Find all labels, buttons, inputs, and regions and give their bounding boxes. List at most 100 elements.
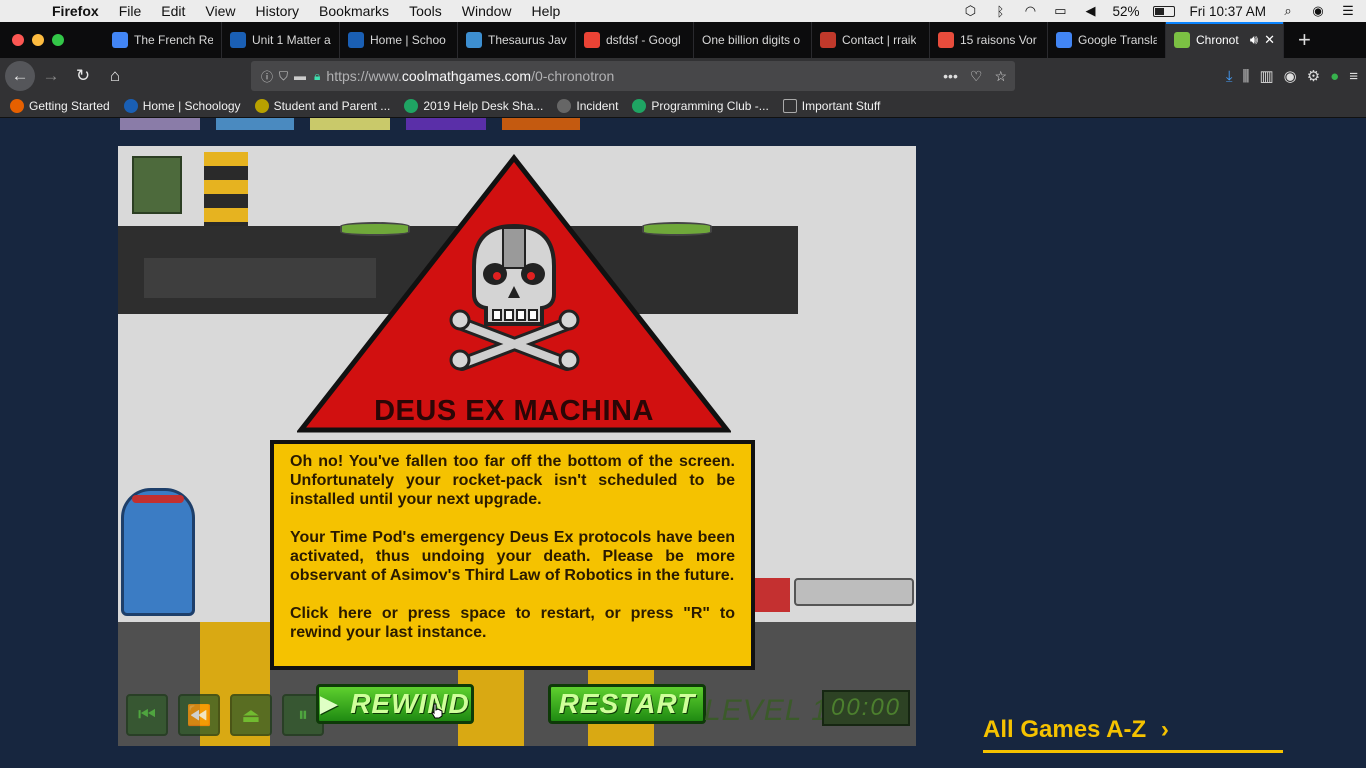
url-text[interactable]: https://www.coolmathgames.com/0-chronotr… bbox=[326, 68, 614, 84]
bookmark-item[interactable]: Important Stuff bbox=[782, 98, 880, 113]
browser-tab[interactable]: Unit 1 Matter a bbox=[222, 22, 340, 58]
extension-vpn-icon[interactable]: ⚙ bbox=[1307, 67, 1320, 85]
tab-label: Google Transla bbox=[1078, 33, 1157, 47]
all-games-link[interactable]: All Games A-Z › bbox=[983, 716, 1283, 753]
wifi-icon[interactable]: ◠ bbox=[1022, 3, 1038, 18]
bookmark-label: Student and Parent ... bbox=[273, 98, 391, 113]
tab-label: 15 raisons Vor bbox=[960, 33, 1037, 47]
page-content: DEUS EX MACHINA Oh no! You've fallen too… bbox=[0, 118, 1366, 768]
menu-tools[interactable]: Tools bbox=[409, 3, 442, 19]
doc-icon bbox=[112, 32, 128, 48]
tab-label: One billion digits o bbox=[702, 33, 801, 47]
home-button[interactable]: ⌂ bbox=[99, 60, 131, 92]
p-icon bbox=[254, 98, 269, 113]
browser-tab[interactable]: The French Re bbox=[104, 22, 222, 58]
browser-tab[interactable]: Contact | rraik bbox=[812, 22, 930, 58]
browser-tab[interactable]: dsfdsf - Googl bbox=[576, 22, 694, 58]
clock[interactable]: Fri 10:37 AM bbox=[1189, 4, 1266, 19]
google-icon bbox=[584, 32, 600, 48]
page-actions-icon[interactable]: ••• bbox=[943, 68, 958, 85]
bookmark-item[interactable]: Getting Started bbox=[10, 98, 110, 113]
menu-hamburger-icon[interactable]: ≡ bbox=[1349, 68, 1358, 85]
game-thumbnail[interactable] bbox=[310, 118, 390, 130]
battery-icon[interactable] bbox=[1153, 5, 1176, 17]
bookmark-label: Getting Started bbox=[29, 98, 110, 113]
sidebar-icon[interactable]: ▥ bbox=[1259, 67, 1273, 85]
browser-tab[interactable]: Home | Schoo bbox=[340, 22, 458, 58]
tab-label: Contact | rraik bbox=[842, 33, 917, 47]
siri-icon[interactable]: ◉ bbox=[1310, 3, 1326, 18]
extension-b-icon[interactable]: ● bbox=[1330, 68, 1339, 85]
play-icon: ▶ bbox=[320, 691, 339, 716]
close-window-button[interactable] bbox=[12, 34, 24, 46]
permissions-icon[interactable]: ▬ bbox=[294, 69, 306, 83]
puzzle-icon bbox=[466, 32, 482, 48]
pocket-icon[interactable]: ♡ bbox=[970, 68, 983, 85]
browser-tab[interactable]: 15 raisons Vor bbox=[930, 22, 1048, 58]
restart-button[interactable]: RESTART bbox=[548, 684, 706, 724]
reload-button[interactable]: ↻ bbox=[67, 60, 99, 92]
drive-icon bbox=[632, 98, 647, 113]
timer-display: 00:00 bbox=[822, 690, 910, 726]
lock-icon[interactable]: 🔒︎ bbox=[314, 69, 320, 84]
forward-button[interactable]: → bbox=[35, 60, 67, 92]
new-tab-button[interactable]: + bbox=[1298, 27, 1311, 53]
browser-tab[interactable]: One billion digits o bbox=[694, 22, 812, 58]
game-thumbnail[interactable] bbox=[502, 118, 580, 130]
exit-door bbox=[132, 156, 182, 214]
menu-window[interactable]: Window bbox=[462, 3, 512, 19]
downloads-icon[interactable]: ⤓ bbox=[1226, 68, 1233, 85]
zoom-window-button[interactable] bbox=[52, 34, 64, 46]
volume-icon[interactable]: ◀ bbox=[1082, 3, 1098, 18]
browser-tab[interactable]: Thesaurus Jav bbox=[458, 22, 576, 58]
rewind-fast-icon[interactable]: ⏪ bbox=[178, 694, 220, 736]
schoology-icon bbox=[123, 98, 138, 113]
account-icon[interactable]: ◉ bbox=[1284, 67, 1297, 85]
tab-label: Thesaurus Jav bbox=[488, 33, 567, 47]
bookmark-label: 2019 Help Desk Sha... bbox=[423, 98, 544, 113]
eject-icon[interactable]: ⏏ bbox=[230, 694, 272, 736]
library-icon[interactable]: ⫼ bbox=[1243, 68, 1250, 85]
game-canvas[interactable]: DEUS EX MACHINA Oh no! You've fallen too… bbox=[118, 146, 916, 746]
bookmarks-toolbar: Getting Started Home | Schoology Student a… bbox=[0, 94, 1366, 118]
back-button[interactable]: ← bbox=[5, 61, 35, 91]
tab-close-icon[interactable]: ✕ bbox=[1264, 32, 1275, 48]
notification-center-icon[interactable]: ☰ bbox=[1340, 3, 1356, 18]
skip-back-icon[interactable]: ⏮ bbox=[126, 694, 168, 736]
tab-label: Chronot bbox=[1196, 33, 1239, 47]
tracking-shield-icon[interactable]: ⛉ bbox=[279, 69, 288, 84]
navigation-toolbar: ← → ↻ ⌂ ⓘ ⛉ ▬ 🔒︎ https://www.coolmathgam… bbox=[0, 58, 1366, 94]
game-thumbnail[interactable] bbox=[216, 118, 294, 130]
death-message-box[interactable]: Oh no! You've fallen too far off the bot… bbox=[270, 440, 755, 670]
airplay-icon[interactable]: ▭ bbox=[1052, 3, 1068, 18]
minimize-window-button[interactable] bbox=[32, 34, 44, 46]
bookmark-item[interactable]: Programming Club -... bbox=[632, 98, 769, 113]
spotlight-search-icon[interactable]: ⌕ bbox=[1280, 3, 1296, 18]
battery-percent: 52% bbox=[1112, 3, 1140, 19]
address-bar[interactable]: ⓘ ⛉ ▬ 🔒︎ https://www.coolmathgames.com/0… bbox=[251, 61, 1015, 91]
menu-history[interactable]: History bbox=[255, 3, 299, 19]
deus-ex-warning: DEUS EX MACHINA bbox=[295, 153, 733, 434]
restart-label: RESTART bbox=[558, 688, 696, 719]
app-menu[interactable]: Firefox bbox=[52, 3, 99, 19]
browser-tab[interactable]: Google Transla bbox=[1048, 22, 1166, 58]
dropbox-icon[interactable]: ⬡ bbox=[962, 3, 978, 18]
site-info-icon[interactable]: ⓘ bbox=[261, 68, 273, 85]
image-icon bbox=[938, 32, 954, 48]
menu-edit[interactable]: Edit bbox=[161, 3, 185, 19]
bookmark-item[interactable]: Home | Schoology bbox=[123, 98, 241, 113]
game-thumbnail[interactable] bbox=[120, 118, 200, 130]
browser-tab[interactable]: Chronot 🔊︎ ✕ bbox=[1166, 22, 1284, 58]
menu-bookmarks[interactable]: Bookmarks bbox=[319, 3, 389, 19]
bluetooth-icon[interactable]: ᛒ bbox=[992, 4, 1008, 19]
tab-audio-icon[interactable]: 🔊︎ bbox=[1250, 32, 1258, 48]
menu-help[interactable]: Help bbox=[532, 3, 561, 19]
menu-file[interactable]: File bbox=[119, 3, 142, 19]
bookmark-item[interactable]: Incident bbox=[557, 98, 618, 113]
bookmark-item[interactable]: 2019 Help Desk Sha... bbox=[404, 98, 544, 113]
game-thumbnail[interactable] bbox=[406, 118, 486, 130]
bookmark-star-icon[interactable]: ☆ bbox=[994, 68, 1007, 85]
menu-view[interactable]: View bbox=[205, 3, 235, 19]
rewind-button[interactable]: ▶ REWIND bbox=[316, 684, 474, 724]
bookmark-item[interactable]: Student and Parent ... bbox=[254, 98, 391, 113]
